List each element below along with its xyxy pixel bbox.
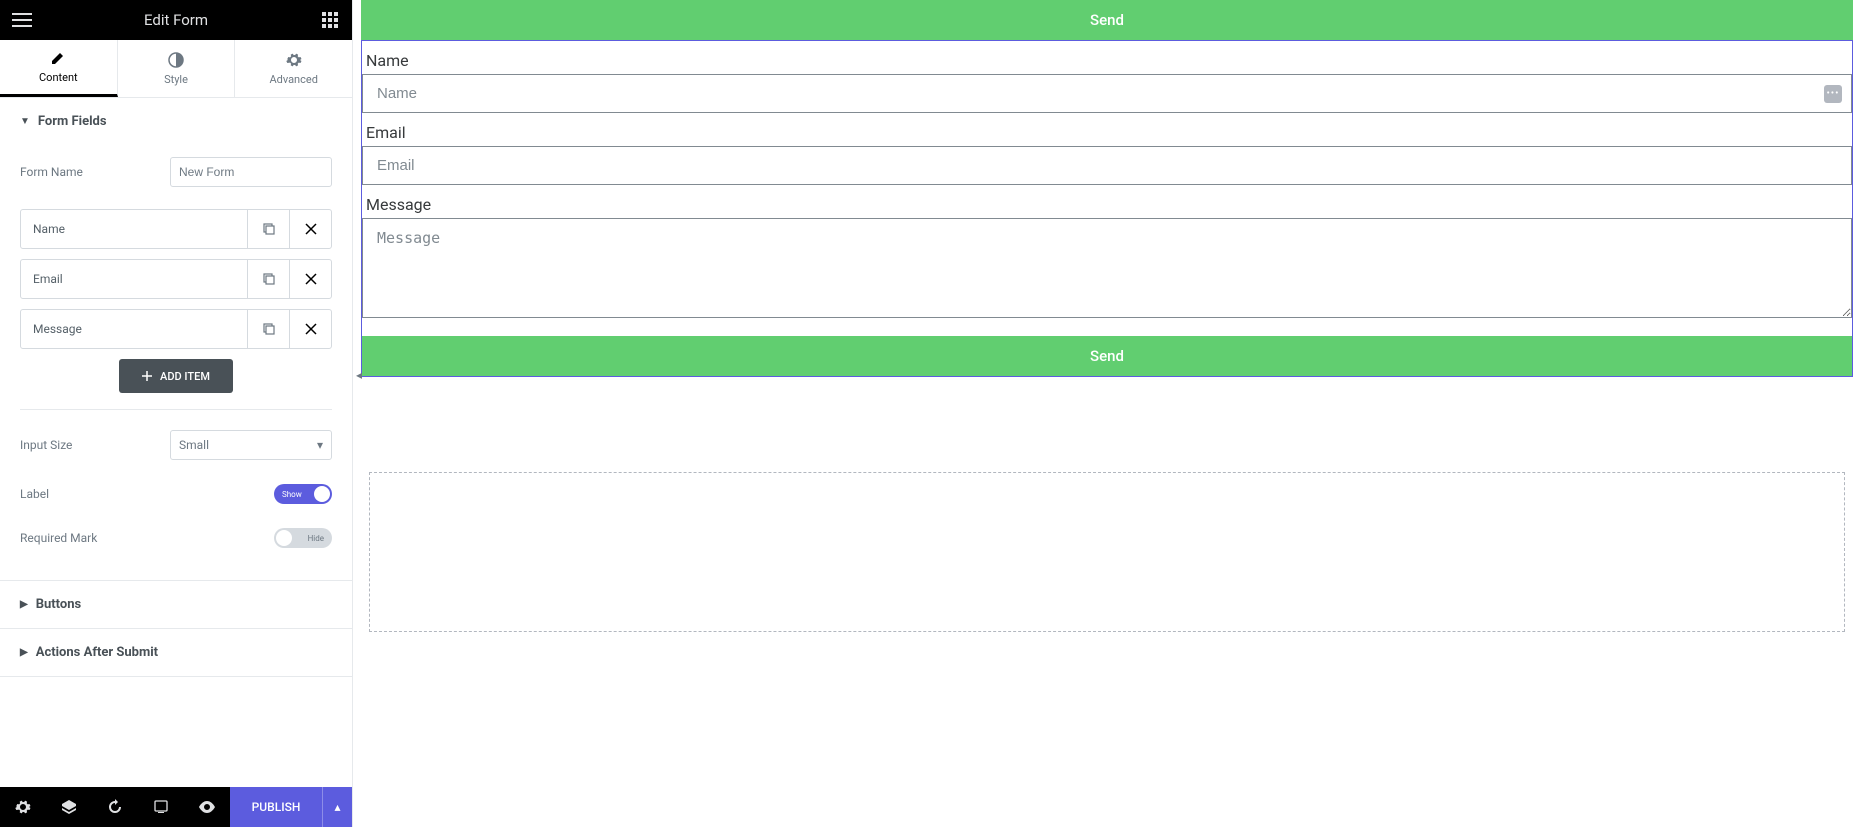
tab-content[interactable]: Content (0, 40, 118, 97)
section-title: Buttons (36, 597, 82, 612)
message-label: Message (362, 185, 1852, 218)
sidebar-header: Edit Form (0, 0, 352, 40)
input-size-label: Input Size (20, 438, 72, 452)
field-item: Email (20, 259, 332, 299)
section-header-buttons[interactable]: ▶ Buttons (0, 581, 352, 628)
panel-title: Edit Form (32, 11, 320, 29)
editor-tabs: Content Style Advanced (0, 40, 352, 98)
gear-icon (286, 52, 302, 68)
duplicate-icon[interactable] (247, 210, 289, 248)
section-form-fields: ▼ Form Fields Form Name Name (0, 98, 352, 581)
add-item-button[interactable]: ADD ITEM (119, 359, 233, 393)
email-label: Email (362, 113, 1852, 146)
section-buttons: ▶ Buttons (0, 581, 352, 629)
input-size-value: Small (179, 438, 209, 452)
field-name[interactable]: Email (21, 260, 247, 298)
message-textarea[interactable] (362, 218, 1852, 318)
form-widget[interactable]: Name ••• Email Message Send (361, 40, 1853, 377)
required-mark-toggle[interactable]: Hide (274, 528, 332, 548)
field-name[interactable]: Name (21, 210, 247, 248)
pencil-icon (50, 50, 66, 66)
remove-icon[interactable] (289, 260, 331, 298)
name-label: Name (362, 41, 1852, 74)
preview-canvas: Send Name ••• Email Message Send (353, 0, 1861, 827)
tab-label: Content (39, 71, 78, 84)
send-button-top[interactable]: Send (361, 0, 1853, 40)
label-row: Label Show (20, 472, 332, 516)
label-label: Label (20, 487, 49, 501)
form-name-input[interactable] (170, 157, 332, 187)
plus-icon (142, 371, 152, 381)
field-name[interactable]: Message (21, 310, 247, 348)
tab-label: Advanced (269, 73, 317, 86)
preview-icon[interactable] (184, 787, 230, 827)
history-icon[interactable] (92, 787, 138, 827)
chevron-down-icon: ▾ (317, 438, 323, 452)
toggle-text: Hide (308, 534, 324, 543)
toggle-knob (314, 486, 330, 502)
responsive-icon[interactable] (138, 787, 184, 827)
field-item: Name (20, 209, 332, 249)
apps-icon[interactable] (320, 10, 340, 30)
duplicate-icon[interactable] (247, 310, 289, 348)
contrast-icon (168, 52, 184, 68)
form-group-email: Email (362, 113, 1852, 185)
remove-icon[interactable] (289, 310, 331, 348)
tab-advanced[interactable]: Advanced (235, 40, 352, 97)
caret-right-icon: ▶ (20, 647, 28, 658)
tab-label: Style (164, 73, 188, 86)
section-title: Form Fields (38, 114, 107, 129)
field-list: Name Email (20, 209, 332, 349)
input-size-row: Input Size Small ▾ (20, 409, 332, 472)
form-name-label: Form Name (20, 165, 83, 179)
section-header-form-fields[interactable]: ▼ Form Fields (0, 98, 352, 145)
name-input[interactable] (362, 74, 1852, 113)
collapse-sidebar-handle[interactable]: ◂ (353, 355, 365, 395)
label-toggle[interactable]: Show (274, 484, 332, 504)
remove-icon[interactable] (289, 210, 331, 248)
navigator-icon[interactable] (46, 787, 92, 827)
email-input[interactable] (362, 146, 1852, 185)
duplicate-icon[interactable] (247, 260, 289, 298)
section-title: Actions After Submit (36, 645, 158, 660)
toggle-text: Show (282, 490, 302, 499)
form-group-name: Name ••• (362, 41, 1852, 113)
autofill-badge-icon[interactable]: ••• (1824, 85, 1842, 103)
required-mark-row: Required Mark Hide (20, 516, 332, 560)
form-group-message: Message (362, 185, 1852, 322)
bottom-bar: PUBLISH ▴ (0, 787, 352, 827)
required-mark-label: Required Mark (20, 531, 97, 545)
settings-icon[interactable] (0, 787, 46, 827)
add-item-label: ADD ITEM (160, 370, 210, 383)
publish-label: PUBLISH (230, 800, 322, 814)
input-size-select[interactable]: Small ▾ (170, 430, 332, 460)
empty-section-dropzone[interactable] (369, 472, 1845, 632)
send-button-bottom[interactable]: Send (362, 336, 1852, 376)
caret-right-icon: ▶ (20, 599, 28, 610)
section-header-after-submit[interactable]: ▶ Actions After Submit (0, 629, 352, 676)
field-item: Message (20, 309, 332, 349)
form-name-row: Form Name (20, 145, 332, 199)
tab-style[interactable]: Style (118, 40, 236, 97)
section-actions-after-submit: ▶ Actions After Submit (0, 629, 352, 677)
toggle-knob (276, 530, 292, 546)
publish-button[interactable]: PUBLISH ▴ (230, 787, 352, 827)
menu-icon[interactable] (12, 10, 32, 30)
editor-sidebar: Edit Form Content Style Advanc (0, 0, 353, 827)
caret-up-icon[interactable]: ▴ (322, 787, 352, 827)
caret-down-icon: ▼ (20, 116, 30, 127)
